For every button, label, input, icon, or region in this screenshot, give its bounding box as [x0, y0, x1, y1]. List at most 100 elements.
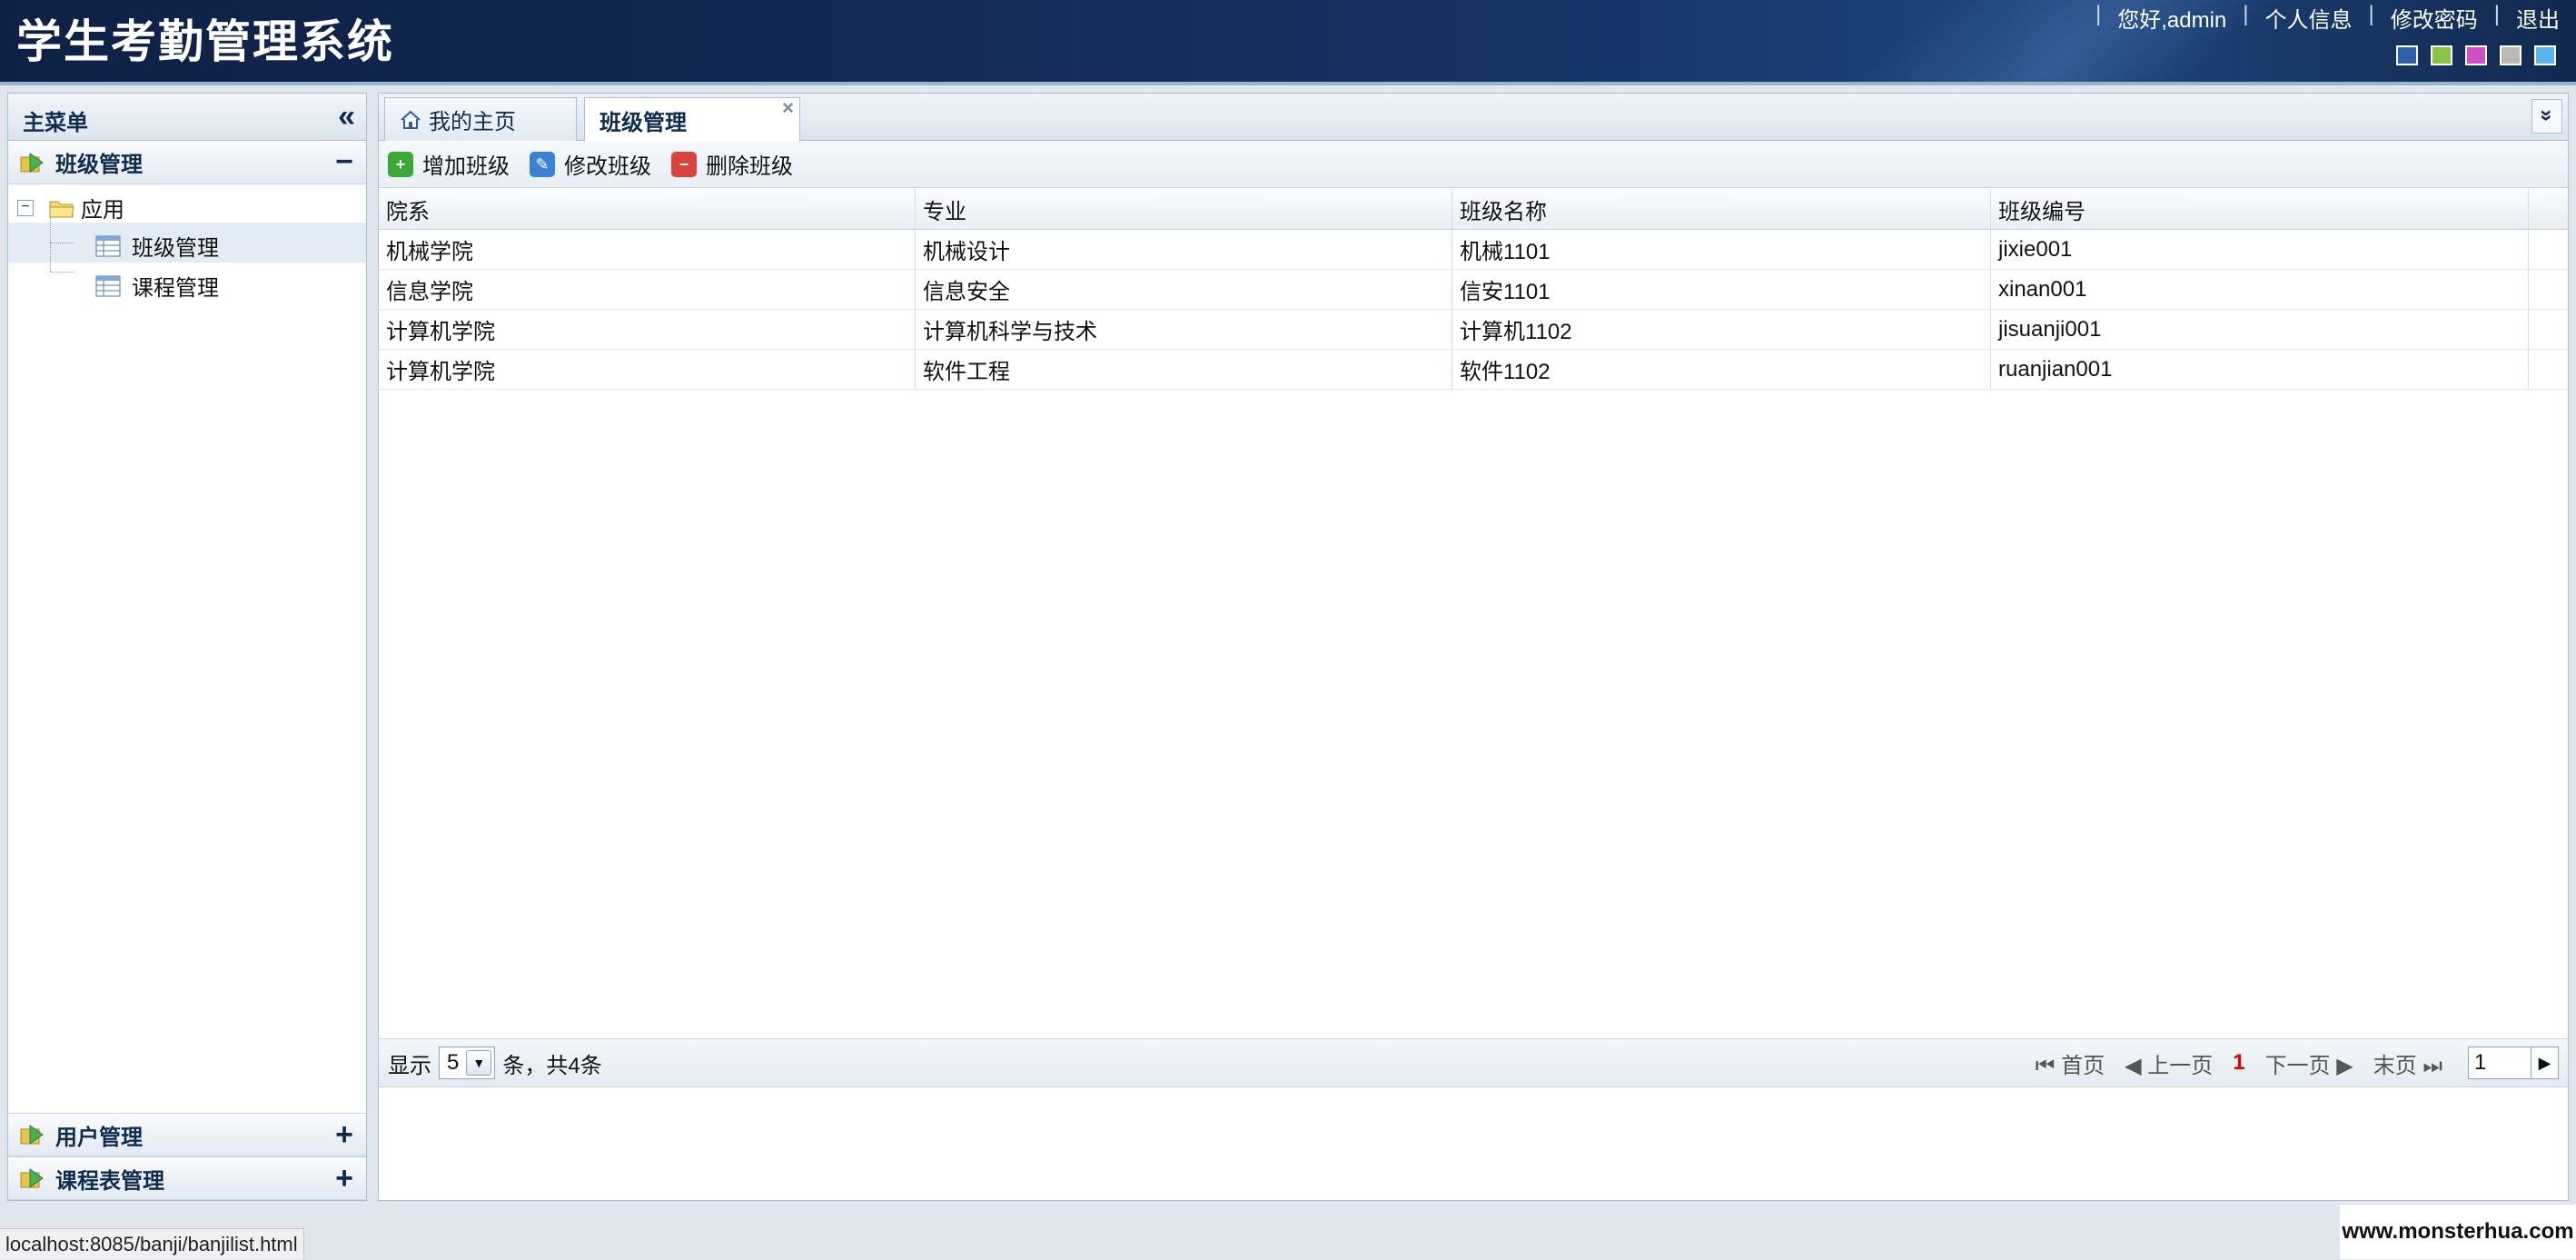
change-password-link[interactable]: 修改密码 — [2391, 2, 2478, 34]
total-count-label: 条，共4条 — [502, 1053, 602, 1078]
page-size-value: 5 — [447, 1050, 460, 1075]
nav-separator: | — [2493, 2, 2500, 26]
last-page-button[interactable]: 末页 ⏭ — [2373, 1047, 2442, 1079]
cell-class-code: jisuanji001 — [1991, 310, 2529, 349]
column-header-class-name[interactable]: 班级名称 — [1452, 190, 1991, 229]
logout-link[interactable]: 退出 — [2516, 2, 2560, 34]
table-icon — [95, 235, 121, 256]
sidebar-bottom-sections: 用户管理 + 课程表管理 + — [8, 1113, 366, 1200]
module-icon — [20, 1125, 44, 1145]
show-label: 显示 — [388, 1053, 431, 1078]
go-page-icon[interactable]: ▶ — [2531, 1047, 2559, 1079]
next-page-icon: ▶ — [2336, 1053, 2353, 1078]
edit-class-button[interactable]: ✎ 修改班级 — [530, 148, 651, 180]
cell-class-code: ruanjian001 — [1991, 350, 2529, 389]
last-page-icon: ⏭ — [2422, 1053, 2442, 1078]
module-icon — [20, 1168, 44, 1188]
table-row[interactable]: 机械学院 机械设计 机械1101 jixie001 — [379, 230, 2568, 270]
first-page-button[interactable]: ⏮ 首页 — [2036, 1047, 2105, 1079]
tree-item-label: 课程管理 — [132, 276, 219, 301]
first-page-icon: ⏮ — [2035, 1053, 2056, 1078]
greeting-text: 您好,admin — [2117, 8, 2227, 33]
add-class-button[interactable]: + 增加班级 — [388, 148, 510, 180]
cell-department: 机械学院 — [379, 230, 916, 269]
next-page-button[interactable]: 下一页 ▶ — [2265, 1047, 2353, 1079]
sidebar: 主菜单 « 班级管理 − − 应用 班级管理 课程管理 用户管理 + 课程表管理… — [7, 93, 367, 1201]
tree-line — [50, 217, 51, 272]
current-page-number: 1 — [2233, 1050, 2245, 1075]
home-icon — [401, 110, 421, 129]
tab-home[interactable]: 我的主页 — [384, 97, 577, 141]
delete-class-button[interactable]: − 删除班级 — [671, 148, 793, 180]
first-page-label: 首页 — [2061, 1053, 2105, 1078]
expand-section-icon[interactable]: + — [335, 1117, 353, 1153]
folder-icon — [49, 201, 74, 217]
toolbar: + 增加班级 ✎ 修改班级 − 删除班级 — [379, 141, 2568, 188]
theme-green-swatch[interactable] — [2431, 45, 2452, 65]
class-table: 院系 专业 班级名称 班级编号 机械学院 机械设计 机械1101 jixie00… — [379, 190, 2568, 390]
cell-department: 计算机学院 — [379, 350, 916, 389]
table-row[interactable]: 计算机学院 计算机科学与技术 计算机1102 jisuanji001 — [379, 310, 2568, 350]
top-nav: | 您好,admin | 个人信息 | 修改密码 | 退出 — [2079, 2, 2560, 34]
prev-page-label: 上一页 — [2147, 1053, 2214, 1078]
page-size-group: 显示 5 ▼ 条，共4条 — [388, 1047, 602, 1079]
theme-lightblue-swatch[interactable] — [2534, 45, 2556, 65]
nav-separator: | — [2368, 2, 2374, 26]
collapse-section-icon[interactable]: − — [335, 144, 353, 180]
theme-blue-swatch[interactable] — [2396, 45, 2418, 65]
delete-icon: − — [671, 151, 697, 177]
cell-major: 计算机科学与技术 — [916, 310, 1452, 349]
button-label: 修改班级 — [564, 154, 651, 179]
tree-node-app[interactable]: − 应用 — [17, 192, 124, 223]
cell-major: 机械设计 — [916, 230, 1452, 269]
column-header-major[interactable]: 专业 — [916, 190, 1452, 229]
prev-page-button[interactable]: ◀ 上一页 — [2125, 1047, 2213, 1079]
edit-icon: ✎ — [530, 151, 555, 177]
tab-label: 我的主页 — [429, 110, 516, 134]
app-title: 学生考勤管理系统 — [16, 15, 394, 68]
sidebar-header: 主菜单 « — [8, 94, 366, 141]
expand-section-icon[interactable]: + — [335, 1161, 353, 1196]
page-size-select[interactable]: 5 ▼ — [439, 1047, 496, 1079]
button-label: 删除班级 — [706, 154, 793, 179]
cell-class-name: 计算机1102 — [1452, 310, 1991, 349]
tab-bar: 我的主页 班级管理 × » — [379, 94, 2568, 142]
tree-toggle-icon[interactable]: − — [17, 199, 34, 216]
tab-class-management[interactable]: 班级管理 × — [584, 96, 800, 142]
watermark-text: www.monsterhua.com — [2340, 1205, 2576, 1259]
table-row[interactable]: 计算机学院 软件工程 软件1102 ruanjian001 — [379, 350, 2568, 390]
tree-line — [50, 272, 74, 273]
accordion-user-management[interactable]: 用户管理 + — [8, 1113, 366, 1156]
module-icon — [20, 152, 44, 173]
profile-link[interactable]: 个人信息 — [2265, 2, 2353, 34]
theme-gray-swatch[interactable] — [2500, 45, 2522, 65]
header-divider — [0, 82, 2576, 85]
table-icon — [95, 275, 121, 296]
column-header-department[interactable]: 院系 — [379, 190, 916, 229]
add-icon: + — [388, 151, 413, 177]
prev-page-icon: ◀ — [2125, 1053, 2142, 1078]
cell-major: 软件工程 — [916, 350, 1452, 389]
column-header-class-code[interactable]: 班级编号 — [1991, 190, 2529, 229]
next-page-label: 下一页 — [2264, 1053, 2331, 1078]
theme-pink-swatch[interactable] — [2465, 45, 2487, 65]
tree-item-class-management[interactable]: 班级管理 — [95, 230, 219, 262]
tab-label: 班级管理 — [599, 110, 687, 135]
accordion-class-management[interactable]: 班级管理 − — [8, 141, 366, 184]
accordion-label: 课程表管理 — [55, 1168, 164, 1194]
nav-separator: | — [2243, 2, 2249, 26]
tab-menu-icon[interactable]: » — [2531, 99, 2562, 134]
table-row[interactable]: 信息学院 信息安全 信安1101 xinan001 — [379, 270, 2568, 310]
button-label: 增加班级 — [422, 154, 510, 179]
accordion-schedule-management[interactable]: 课程表管理 + — [8, 1156, 366, 1200]
sidebar-title: 主菜单 — [23, 111, 88, 135]
cell-major: 信息安全 — [916, 270, 1452, 309]
pagination-bar: 显示 5 ▼ 条，共4条 ⏮ 首页 ◀ 上一页 1 下一页 ▶ 末页 ⏭ 1 ▶ — [379, 1038, 2568, 1087]
collapse-sidebar-icon[interactable]: « — [338, 99, 355, 134]
tree-item-course-management[interactable]: 课程管理 — [95, 270, 219, 302]
chevron-down-icon: ▼ — [466, 1050, 492, 1076]
cell-class-name: 软件1102 — [1452, 350, 1991, 389]
page-number-input[interactable]: 1 — [2468, 1047, 2531, 1079]
close-tab-icon[interactable]: × — [782, 96, 794, 120]
cell-department: 计算机学院 — [379, 310, 916, 349]
